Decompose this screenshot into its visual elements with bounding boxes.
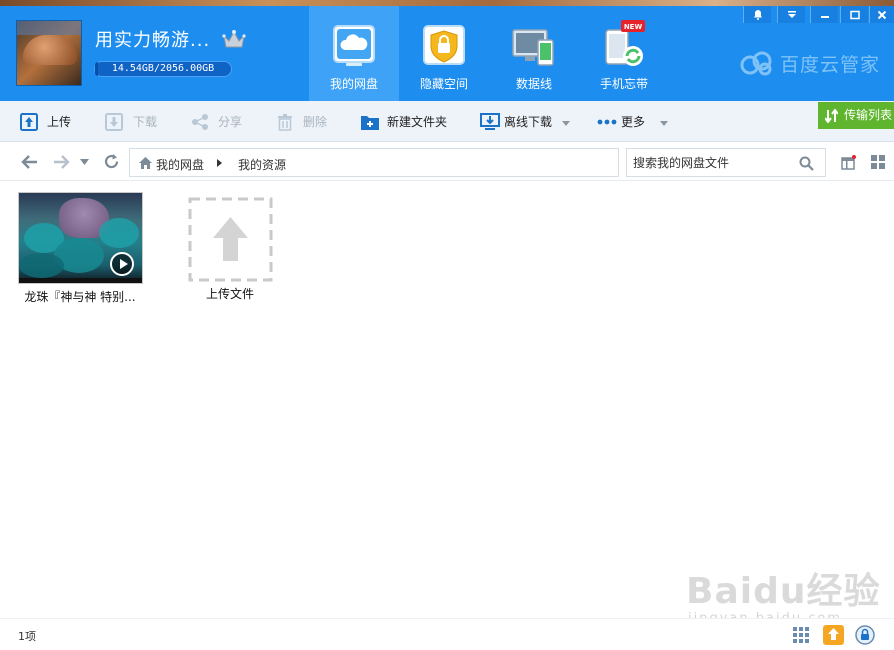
trash-icon	[278, 114, 292, 131]
transfer-icon	[825, 109, 838, 123]
new-folder-icon	[361, 116, 379, 130]
tab-my-drive[interactable]: 我的网盘	[309, 6, 399, 101]
username[interactable]: 用实力畅游...	[95, 26, 210, 52]
file-name[interactable]: 龙珠『神与神 特别...	[10, 288, 150, 305]
breadcrumb-root[interactable]: 我的网盘	[156, 156, 204, 173]
download-label: 下载	[133, 115, 158, 129]
thumbnail-bottom-bar	[19, 278, 142, 283]
item-count: 1项	[18, 630, 36, 643]
cloud-drive-icon	[333, 25, 375, 66]
video-thumbnail[interactable]	[18, 192, 143, 284]
share-label: 分享	[218, 115, 243, 129]
tab-data-cable-label: 数据线	[515, 77, 552, 91]
tab-phone-forgot[interactable]: NEW 手机忘带	[579, 6, 669, 101]
avatar-bg	[17, 21, 81, 35]
history-chevron-down-icon[interactable]	[80, 159, 89, 165]
upload-label: 上传	[47, 115, 72, 129]
upload-file-label: 上传文件	[205, 287, 254, 301]
more-label: 更多	[621, 115, 646, 129]
more-icon	[597, 119, 617, 125]
toolbar: 上传 下载 分享 删除 新建文件夹 离线下载 更多	[0, 101, 894, 142]
upload-icon	[20, 113, 38, 131]
breadcrumb-separator-icon[interactable]	[217, 159, 222, 167]
share-icon	[192, 114, 208, 130]
grid-view-icon[interactable]	[871, 155, 885, 169]
forward-arrow-icon[interactable]	[52, 154, 70, 170]
transfer-list-button[interactable]: 传输列表	[818, 102, 894, 129]
storage-quota-bar: 14.54GB/2056.00GB	[94, 61, 232, 77]
more-button[interactable]: 更多	[597, 112, 669, 132]
brand-name: 百度云管家	[780, 54, 881, 76]
transfer-list-label: 传输列表	[844, 108, 893, 122]
play-icon[interactable]	[110, 252, 134, 276]
new-folder-button[interactable]: 新建文件夹	[360, 112, 452, 132]
dropdown-icon[interactable]	[777, 6, 805, 23]
avatar-figure	[23, 35, 77, 65]
download-button[interactable]: 下载	[105, 112, 161, 132]
thumbnail-scene	[99, 218, 139, 248]
storage-quota-fill	[95, 62, 98, 76]
top-header: 用实力畅游... 14.54GB/2056.00GB 我的网盘 隐藏空间 数据线…	[0, 0, 894, 101]
baidu-cloud-logo-icon	[740, 51, 772, 76]
tab-hidden-space-label: 隐藏空间	[419, 77, 468, 91]
tab-hidden-space[interactable]: 隐藏空间	[399, 6, 489, 101]
upload-arrow-icon[interactable]	[188, 197, 273, 282]
delete-button[interactable]: 删除	[276, 112, 332, 132]
search-box	[626, 148, 826, 177]
breadcrumb: 我的网盘 我的资源	[129, 148, 619, 177]
back-arrow-icon[interactable]	[21, 154, 39, 170]
search-input[interactable]	[633, 153, 793, 173]
address-bar: 我的网盘 我的资源	[0, 142, 894, 181]
new-folder-label: 新建文件夹	[387, 115, 448, 129]
tab-phone-forgot-label: 手机忘带	[599, 77, 648, 91]
safe-lock-icon[interactable]	[855, 625, 875, 645]
apps-grid-icon[interactable]	[793, 627, 809, 643]
devices-icon	[512, 29, 554, 66]
breadcrumb-current[interactable]: 我的资源	[238, 156, 286, 173]
upload-button[interactable]: 上传	[20, 112, 76, 132]
upload-status-icon[interactable]	[823, 625, 844, 645]
maximize-icon[interactable]	[840, 6, 868, 23]
offline-download-button[interactable]: 离线下载	[480, 112, 572, 132]
share-button[interactable]: 分享	[191, 112, 247, 132]
chevron-down-icon	[660, 121, 668, 126]
offline-download-icon	[480, 113, 500, 130]
delete-label: 删除	[303, 115, 328, 129]
offline-download-label: 离线下载	[504, 115, 553, 129]
new-badge-text: NEW	[624, 23, 643, 31]
minimize-icon[interactable]	[810, 6, 838, 23]
crown-icon[interactable]	[222, 28, 246, 50]
thumbnail-scene	[19, 253, 64, 278]
search-icon[interactable]	[799, 156, 814, 171]
tab-data-cable[interactable]: 数据线	[489, 6, 579, 101]
bell-icon[interactable]	[743, 6, 771, 23]
refresh-icon[interactable]	[103, 153, 120, 170]
status-bar: 1项	[0, 618, 894, 650]
storage-quota-text: 14.54GB/2056.00GB	[111, 63, 215, 74]
chevron-down-icon	[562, 121, 570, 126]
lock-icon	[423, 25, 465, 65]
close-icon[interactable]	[869, 6, 894, 23]
watermark: Baidu经验	[686, 571, 881, 612]
tab-my-drive-label: 我的网盘	[329, 77, 378, 91]
avatar[interactable]	[16, 20, 82, 86]
detail-view-icon[interactable]	[841, 155, 856, 170]
home-icon[interactable]	[138, 156, 153, 170]
download-icon	[105, 113, 123, 131]
new-badge: NEW	[621, 20, 645, 32]
